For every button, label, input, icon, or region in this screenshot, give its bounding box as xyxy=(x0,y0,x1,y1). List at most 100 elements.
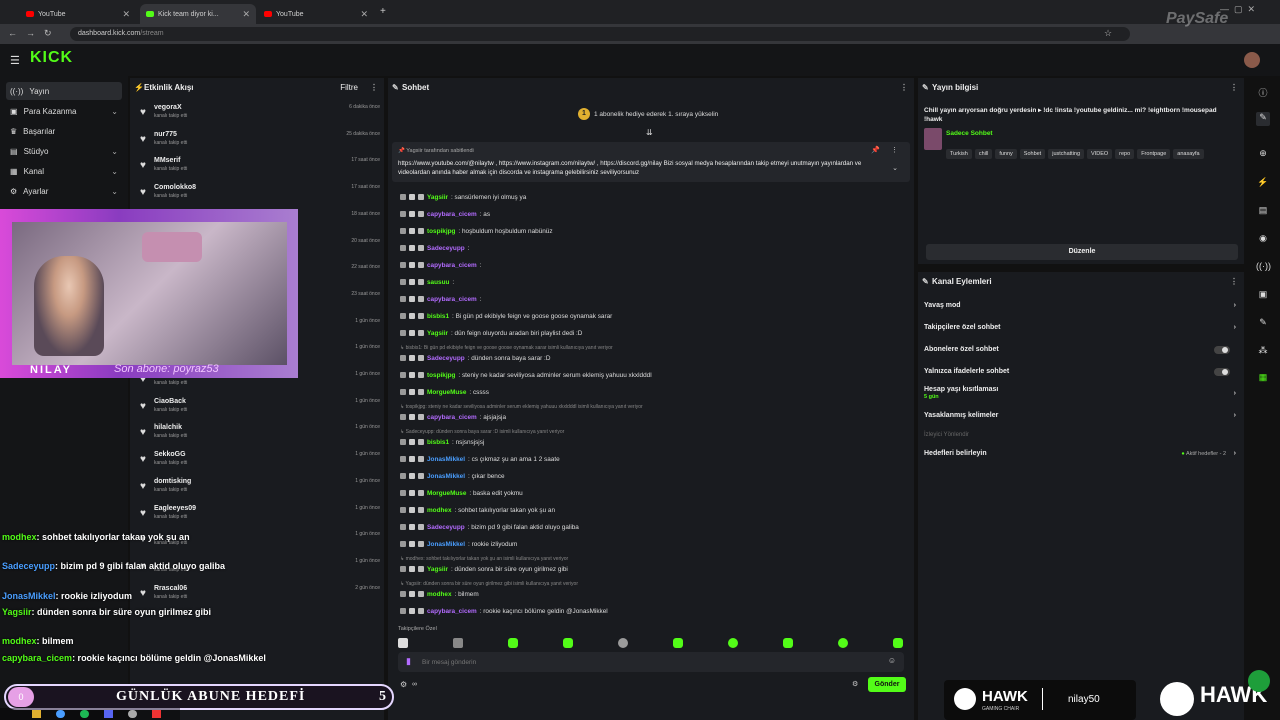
chat-message[interactable]: modhex: sohbet takılıyorlar takan yok şu… xyxy=(400,503,905,517)
chat-username[interactable]: tospikjpg xyxy=(427,228,455,235)
more-icon[interactable]: ⋮ xyxy=(891,146,898,154)
chat-message[interactable]: Yagsiir: dünden sonra bir süre oyun giri… xyxy=(400,562,905,576)
stream-tag[interactable]: chill xyxy=(974,149,993,159)
emote-icon[interactable] xyxy=(618,638,628,648)
chat-message[interactable]: tospikjpg: hoşbuldum hoşbuldum nabünüz xyxy=(400,224,905,238)
activity-item[interactable]: ♥ Rrascal06 kanalı takip etti 2 gün önce xyxy=(140,583,380,609)
discord-icon[interactable] xyxy=(104,710,113,718)
obs-icon[interactable] xyxy=(128,710,137,718)
chat-username[interactable]: Sadeceyupp xyxy=(427,245,465,252)
close-icon[interactable]: ✕ xyxy=(360,9,368,20)
slow-mode-item[interactable]: Yavaş mod › xyxy=(924,302,1236,309)
banned-words-item[interactable]: Yasaklanmış kelimeler › xyxy=(924,412,1236,419)
users-icon[interactable]: ⁂ xyxy=(1256,345,1270,359)
chat-message[interactable]: capybara_cicem: xyxy=(400,292,905,306)
chat-username[interactable]: MorgueMuse xyxy=(427,389,466,396)
gift-banner[interactable]: 1 1 abonelik hediye ederek 1. sıraya yük… xyxy=(578,108,718,120)
goals-item[interactable]: Hedefleri belirleyin ● Aktif hedefler - … xyxy=(924,450,1236,457)
document-icon[interactable]: ▤ xyxy=(1256,205,1270,219)
stream-tag[interactable]: Turkish xyxy=(946,149,972,159)
chat-message[interactable]: capybara_cicem: as xyxy=(400,207,905,221)
chrome-icon[interactable] xyxy=(56,710,65,718)
sidebar-item-yayin[interactable]: ((·)) Yayın xyxy=(6,82,122,100)
chat-username[interactable]: capybara_cicem xyxy=(427,296,477,303)
chat-message[interactable]: JonasMikkel: çıkar bence xyxy=(400,469,905,483)
chat-bubble-icon[interactable]: ◉ xyxy=(1256,233,1270,247)
chat-input[interactable] xyxy=(422,655,872,669)
stream-tag[interactable]: justchatting xyxy=(1048,149,1085,159)
chat-username[interactable]: capybara_cicem xyxy=(427,262,477,269)
more-icon[interactable]: ⋮ xyxy=(900,78,908,98)
chat-message[interactable]: Sadeceyupp: bizim pd 9 gibi falan aktid … xyxy=(400,520,905,534)
bookmark-star-icon[interactable]: ☆ xyxy=(1104,28,1112,39)
url-field[interactable]: dashboard.kick.com/stream xyxy=(70,27,1130,41)
chat-username[interactable]: modhex xyxy=(427,591,452,598)
back-icon[interactable]: ← xyxy=(8,28,17,38)
activity-item[interactable]: ♥ vegoraX kanalı takip etti 6 dakika önce xyxy=(140,102,380,128)
chat-username[interactable]: sausuu xyxy=(427,279,449,286)
activity-item[interactable]: ♥ CiaoBack kanalı takip etti 1 gün önce xyxy=(140,396,380,422)
activity-item[interactable]: ♥ Eagleeyes09 kanalı takip etti 1 gün önce xyxy=(140,503,380,529)
activity-item[interactable]: ♥ hilalchik kanalı takip etti 1 gün önce xyxy=(140,422,380,448)
chat-message[interactable]: MorgueMuse: baska edit yokmu xyxy=(400,486,905,500)
pin-icon[interactable]: 📌 xyxy=(871,146,880,154)
chat-message[interactable]: capybara_cicem: ajsjajsja xyxy=(400,410,905,424)
reload-icon[interactable]: ↻ xyxy=(44,28,52,39)
emote-icon[interactable] xyxy=(838,638,848,648)
emote-icon[interactable] xyxy=(893,638,903,648)
target-icon[interactable]: ⊕ xyxy=(1256,148,1270,162)
chat-message[interactable]: Yagsiir: sansürlemen iyi olmuş ya xyxy=(400,190,905,204)
emote-icon[interactable] xyxy=(673,638,683,648)
chat-username[interactable]: modhex xyxy=(427,507,452,514)
chat-username[interactable]: tospikjpg xyxy=(427,372,455,379)
chat-username[interactable]: Yagsiir xyxy=(427,330,448,337)
close-icon[interactable]: ✕ xyxy=(242,9,250,20)
new-tab-icon[interactable]: + xyxy=(380,6,386,17)
more-icon[interactable]: ⋮ xyxy=(1230,78,1238,98)
spotify-icon[interactable] xyxy=(80,710,89,718)
activity-item[interactable]: ♥ Comolokko8 kanalı takip etti 17 saat önce xyxy=(140,182,380,208)
menu-icon[interactable]: ☰ xyxy=(10,54,20,67)
sidebar-item-basarilar[interactable]: ♛ Başarılar xyxy=(6,122,122,140)
stream-tag[interactable]: repo xyxy=(1115,149,1135,159)
wrench-icon[interactable]: ✎ xyxy=(1256,317,1270,331)
emote-only-toggle[interactable] xyxy=(1214,368,1230,376)
chat-message[interactable]: MorgueMuse: cssss xyxy=(400,385,905,399)
avatar[interactable] xyxy=(1244,52,1260,68)
followers-only-item[interactable]: Takipçilere özel sohbet › xyxy=(924,324,1236,331)
filter-button[interactable]: Filtre xyxy=(340,78,358,98)
emote-icon[interactable] xyxy=(563,638,573,648)
subscribers-only-toggle[interactable] xyxy=(1214,346,1230,354)
sidebar-item-studyo[interactable]: ▤ Stüdyo ⌄ xyxy=(6,142,122,160)
stream-category[interactable]: Sadece Sohbet xyxy=(946,130,993,137)
chat-message[interactable]: JonasMikkel: cs çıkmaz şu an ama 1 2 saa… xyxy=(400,452,905,466)
mic-icon[interactable]: ▮ xyxy=(406,656,411,667)
emote-icon[interactable] xyxy=(398,638,408,648)
chat-username[interactable]: Sadeceyupp xyxy=(427,524,465,531)
broadcast-icon[interactable]: ((·)) xyxy=(1256,261,1271,275)
browser-tab-3[interactable]: YouTube ✕ xyxy=(258,4,374,24)
emoji-icon[interactable]: ☺ xyxy=(888,656,896,665)
chat-message[interactable]: bisbis1: Bi gün pd ekibiyle feign ve goo… xyxy=(400,309,905,323)
chat-username[interactable]: capybara_cicem xyxy=(427,211,477,218)
emote-icon[interactable] xyxy=(453,638,463,648)
browser-tab-2[interactable]: Kick team diyor ki... ✕ xyxy=(140,4,256,24)
chat-message[interactable]: JonasMikkel: rookie izliyodum xyxy=(400,537,905,551)
chat-username[interactable]: bisbis1 xyxy=(427,439,449,446)
sidebar-item-kanal[interactable]: ▦ Kanal ⌄ xyxy=(6,162,122,180)
emote-icon[interactable] xyxy=(728,638,738,648)
forward-icon[interactable]: → xyxy=(26,28,35,38)
chat-message[interactable]: Yagsiir: dün feign oluyordu aradan biri … xyxy=(400,326,905,340)
lightning-icon[interactable]: ⚡ xyxy=(1256,177,1270,191)
emote-icon[interactable] xyxy=(783,638,793,648)
app-icon[interactable] xyxy=(152,710,161,718)
account-age-item[interactable]: Hesap yaşı kısıtlaması › 5 gün xyxy=(924,386,1236,400)
activity-item[interactable]: ♥ MMserif kanalı takip etti 17 saat önce xyxy=(140,155,380,181)
chat-username[interactable]: capybara_cicem xyxy=(427,414,477,421)
chat-message[interactable]: Sadeceyupp: xyxy=(400,241,905,255)
chat-username[interactable]: capybara_cicem xyxy=(427,608,477,615)
settings-icon[interactable]: ⚙ xyxy=(400,680,407,689)
stream-tag[interactable]: Frontpage xyxy=(1137,149,1171,159)
chat-username[interactable]: Yagsiir xyxy=(427,566,448,573)
activity-item[interactable]: ♥ nur775 kanalı takip etti 25 dakika önce xyxy=(140,129,380,155)
